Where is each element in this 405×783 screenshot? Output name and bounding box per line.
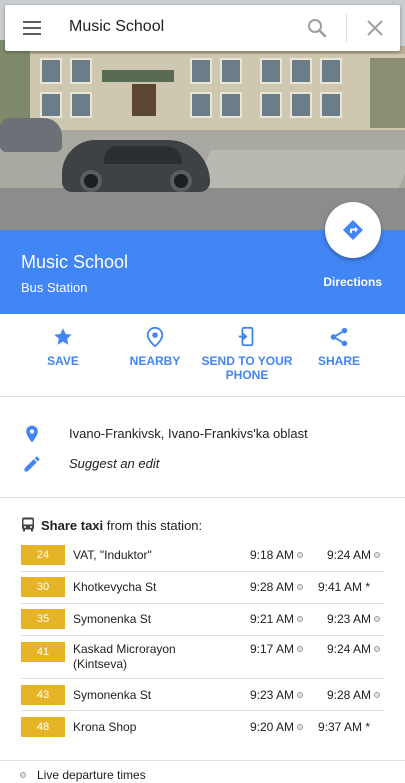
live-indicator-icon: [374, 552, 381, 558]
departure-time-text: 9:20 AM: [250, 720, 295, 734]
photo-car: [62, 140, 210, 192]
departure-time-text: 9:24 AM: [327, 548, 372, 562]
place-category: Bus Station: [21, 280, 88, 295]
pencil-icon: [24, 456, 40, 472]
live-departure-legend: Live departure times: [20, 768, 146, 782]
live-indicator-icon: [374, 616, 381, 622]
action-bar: SAVE NEARBY SEND TO YOUR PHONE SHARE: [0, 314, 405, 396]
departure-time-text: 9:23 AM: [327, 612, 372, 626]
departure-time-text: 9:21 AM: [250, 612, 295, 626]
route-number-badge: 48: [21, 717, 65, 737]
place-title: Music School: [21, 252, 129, 272]
departure-time: 9:23 AM: [327, 612, 381, 626]
menu-icon[interactable]: [23, 19, 45, 37]
route-number-badge: 41: [21, 642, 65, 662]
search-bar[interactable]: Music School: [5, 5, 400, 51]
directions-icon: [343, 220, 363, 240]
live-indicator-icon: [297, 724, 304, 730]
divider: [0, 760, 405, 761]
departure-time-text: 9:24 AM: [327, 642, 372, 656]
departure-time-text: 9:28 AM: [250, 580, 295, 594]
share-button[interactable]: SHARE: [289, 326, 389, 368]
departure-time: 9:20 AM: [250, 720, 304, 734]
departure-time-text: 9:17 AM: [250, 642, 295, 656]
route-name: Symonenka St: [73, 688, 152, 702]
photo-building: [0, 46, 405, 138]
route-number-badge: 24: [21, 545, 65, 565]
route-row[interactable]: 30 Khotkevycha St 9:28 AM 9:41 AM *: [21, 575, 384, 604]
departure-time: 9:24 AM: [327, 642, 381, 656]
departure-time: 9:24 AM: [327, 548, 381, 562]
route-name: Krona Shop: [73, 720, 137, 734]
send-to-phone-button[interactable]: SEND TO YOUR PHONE: [197, 326, 297, 382]
close-icon[interactable]: [363, 16, 387, 40]
route-number-badge: 35: [21, 609, 65, 629]
departure-time-text: 9:23 AM: [250, 688, 295, 702]
save-label: SAVE: [47, 354, 79, 368]
route-row[interactable]: 24 VAT, "Induktor" 9:18 AM 9:24 AM: [21, 543, 384, 572]
search-input[interactable]: Music School: [69, 18, 164, 36]
departure-time: 9:18 AM: [250, 548, 304, 562]
address-row[interactable]: Ivano-Frankivsk, Ivano-Frankivs'ka oblas…: [0, 422, 405, 446]
directions-button[interactable]: [325, 202, 381, 258]
route-row[interactable]: 48 Krona Shop 9:20 AM 9:37 AM *: [21, 714, 384, 743]
departure-time: 9:17 AM: [250, 642, 304, 656]
departure-time: 9:28 AM: [327, 688, 381, 702]
star-icon: [54, 328, 72, 345]
route-row[interactable]: 41 Kaskad Microrayon (Kintseva) 9:17 AM …: [21, 639, 384, 679]
send-to-phone-label: SEND TO YOUR PHONE: [201, 354, 293, 382]
divider: [0, 497, 405, 498]
departure-time-text: 9:18 AM: [250, 548, 295, 562]
photo-door: [132, 84, 156, 116]
share-label: SHARE: [317, 354, 360, 368]
search-icon[interactable]: [305, 16, 329, 40]
photo-car: [0, 118, 62, 152]
departure-time: 9:41 AM *: [318, 580, 370, 594]
suggest-edit-link: Suggest an edit: [69, 456, 160, 471]
live-indicator-icon: [297, 692, 304, 698]
photo-entrance-canopy: [102, 70, 174, 82]
live-departure-text: Live departure times: [37, 768, 146, 782]
departure-time: 9:28 AM: [250, 580, 304, 594]
live-indicator-icon: [297, 646, 304, 652]
departure-time: 9:23 AM: [250, 688, 304, 702]
live-indicator-icon: [374, 692, 381, 698]
transit-heading: Share taxi from this station:: [21, 517, 202, 533]
photo-tree: [370, 58, 405, 128]
route-name: VAT, "Induktor": [73, 548, 152, 562]
search-divider: [346, 14, 347, 42]
nearby-icon: [146, 326, 164, 348]
route-name: Kaskad Microrayon (Kintseva): [73, 642, 176, 671]
route-number-badge: 43: [21, 685, 65, 705]
nearby-label: NEARBY: [129, 354, 181, 368]
nearby-button[interactable]: NEARBY: [105, 326, 205, 368]
live-indicator-icon: [374, 646, 381, 652]
route-row[interactable]: 35 Symonenka St 9:21 AM 9:23 AM: [21, 607, 384, 636]
route-number-badge: 30: [21, 577, 65, 597]
live-indicator-icon: [297, 584, 304, 590]
departure-time: 9:37 AM *: [318, 720, 370, 734]
departure-time: 9:21 AM: [250, 612, 304, 626]
suggest-edit-row[interactable]: Suggest an edit: [0, 452, 405, 476]
departure-time-text: 9:41 AM *: [318, 580, 371, 594]
bus-icon: [22, 517, 34, 532]
route-name: Symonenka St: [73, 612, 152, 626]
live-indicator-icon: [297, 552, 304, 558]
send-to-phone-icon: [238, 326, 254, 347]
transit-heading-rest: from this station:: [103, 518, 203, 533]
route-row[interactable]: 43 Symonenka St 9:23 AM 9:28 AM: [21, 682, 384, 711]
departure-time-text: 9:37 AM *: [318, 720, 371, 734]
live-indicator-icon: [20, 772, 26, 778]
live-indicator-icon: [297, 616, 304, 622]
location-pin-icon: [26, 425, 38, 443]
route-name: Khotkevycha St: [73, 580, 157, 594]
save-button[interactable]: SAVE: [13, 326, 113, 368]
directions-label[interactable]: Directions: [323, 275, 382, 289]
departure-time-text: 9:28 AM: [327, 688, 372, 702]
transit-heading-mode: Share taxi: [41, 518, 104, 533]
divider: [0, 396, 405, 397]
share-icon: [330, 327, 348, 347]
address-text: Ivano-Frankivsk, Ivano-Frankivs'ka oblas…: [69, 426, 308, 441]
